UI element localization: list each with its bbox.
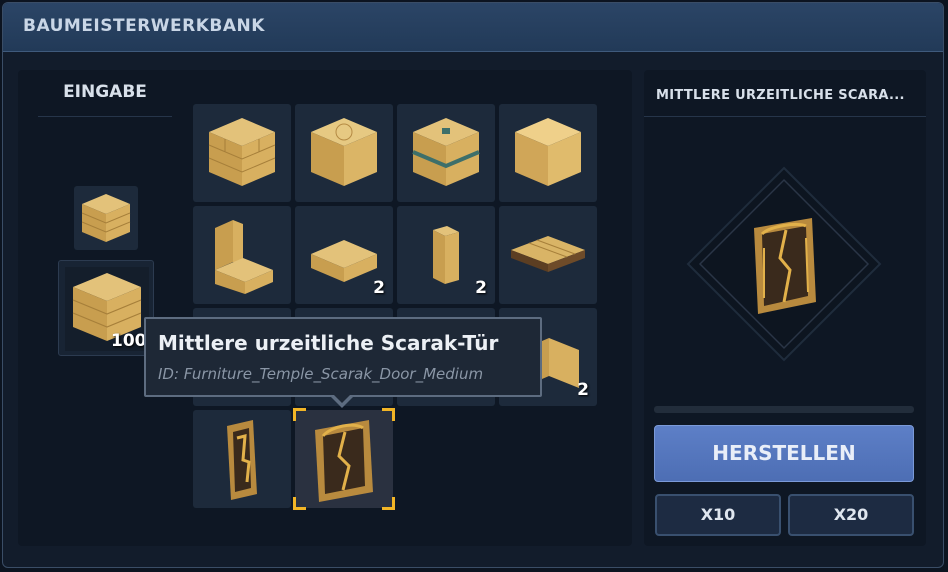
recipe-slot[interactable] [499,104,597,202]
wooden-platform-icon [511,236,585,272]
window-title: BAUMEISTERWERKBANK [23,16,265,36]
input-divider [38,116,172,117]
recipe-count: 2 [577,380,589,400]
item-tooltip: Mittlere urzeitliche Scarak-Tür ID: Furn… [144,317,542,397]
input-slot-main[interactable]: 100 [58,260,154,356]
temple-ornament-block-icon [412,118,480,186]
tooltip-arrow-fill [333,394,351,403]
recipe-slot[interactable]: 2 [295,206,393,304]
sandstone-brick-stairs-icon [215,220,273,294]
smooth-sandstone-block-icon [515,118,581,186]
sandstone-brick-block-icon [81,194,131,242]
selection-corner [382,408,395,421]
sandstone-brick-block-icon [208,118,276,186]
tooltip-item-id: ID: Furniture_Temple_Scarak_Door_Medium [158,365,484,383]
item-preview [686,166,882,362]
recipe-slot[interactable] [193,206,291,304]
craft-progress-bar [654,406,914,413]
recipe-slot[interactable] [397,104,495,202]
medium-scarak-door-icon [754,218,816,314]
selection-corner [382,497,395,510]
carved-sandstone-block-icon [311,118,377,186]
medium-scarak-door-icon [315,420,373,502]
craft-x10-button[interactable]: X10 [655,494,781,536]
craft-button[interactable]: HERSTELLEN [654,425,914,482]
preview-divider [644,116,926,117]
title-bar: BAUMEISTERWERKBANK [3,3,943,52]
recipe-count: 2 [373,278,385,298]
selected-item-title: MITTLERE URZEITLICHE SCARA... [656,88,905,103]
selection-corner [293,497,306,510]
input-header: EINGABE [63,82,147,102]
recipe-slot[interactable]: 2 [397,206,495,304]
recipe-slot[interactable] [293,408,395,510]
craft-x20-button[interactable]: X20 [788,494,914,536]
small-scarak-door-icon [227,420,257,500]
recipe-slot[interactable] [193,410,291,508]
tooltip-title: Mittlere urzeitliche Scarak-Tür [158,331,499,355]
input-slot-small[interactable] [74,186,138,250]
recipe-slot[interactable] [295,104,393,202]
recipe-count: 2 [475,278,487,298]
input-slot-count: 100 [111,331,147,351]
recipe-slot[interactable] [499,206,597,304]
selection-corner [293,408,306,421]
recipe-slot[interactable] [193,104,291,202]
